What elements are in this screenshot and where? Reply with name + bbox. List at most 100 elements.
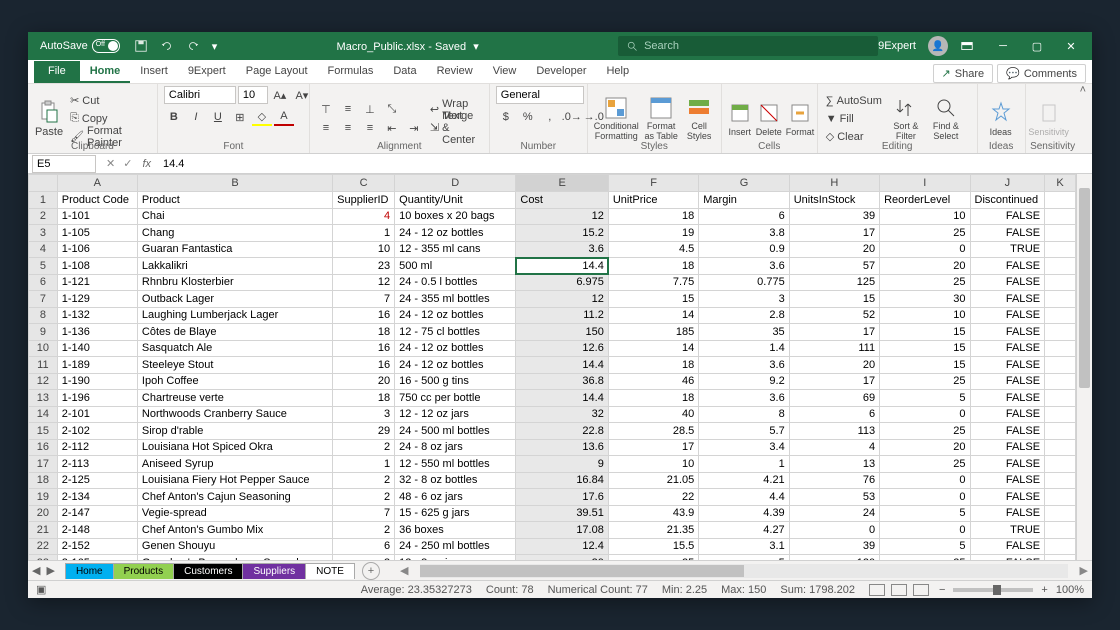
increase-decimal-button[interactable]: .0→: [562, 108, 582, 126]
cell[interactable]: 1-108: [57, 258, 137, 275]
ribbon-tab-insert[interactable]: Insert: [130, 61, 178, 83]
sheet-tab-suppliers[interactable]: Suppliers: [242, 563, 306, 579]
cell[interactable]: 6: [789, 406, 879, 423]
cell[interactable]: Lakkalikri: [137, 258, 332, 275]
row-header[interactable]: 1: [29, 192, 58, 209]
cell[interactable]: 2-102: [57, 423, 137, 440]
cell[interactable]: 15: [880, 324, 970, 341]
cell[interactable]: 1-106: [57, 241, 137, 258]
cell[interactable]: 69: [789, 390, 879, 407]
cell[interactable]: 15: [789, 291, 879, 308]
cell[interactable]: 1-190: [57, 373, 137, 390]
ribbon-tab-page-layout[interactable]: Page Layout: [236, 61, 318, 83]
cell[interactable]: 17: [789, 324, 879, 341]
sheet-tab-customers[interactable]: Customers: [173, 563, 243, 579]
cell[interactable]: 3: [699, 291, 789, 308]
cell[interactable]: Louisiana Hot Spiced Okra: [137, 439, 332, 456]
cell[interactable]: 10 boxes x 20 bags: [395, 208, 516, 225]
column-header-J[interactable]: J: [970, 175, 1045, 192]
ribbon-tab-home[interactable]: Home: [80, 61, 131, 83]
cell[interactable]: 2-125: [57, 472, 137, 489]
cell[interactable]: FALSE: [970, 208, 1045, 225]
percent-format-button[interactable]: %: [518, 108, 538, 126]
cell[interactable]: 6.975: [516, 274, 608, 291]
cell[interactable]: FALSE: [970, 456, 1045, 473]
cell[interactable]: 2-134: [57, 489, 137, 506]
cell[interactable]: 25: [880, 423, 970, 440]
cell[interactable]: 19: [608, 225, 698, 242]
header-cell[interactable]: SupplierID: [333, 192, 395, 209]
cell[interactable]: 43.9: [608, 505, 698, 522]
cell[interactable]: 3.6: [699, 258, 789, 275]
accounting-format-button[interactable]: $: [496, 108, 516, 126]
cell[interactable]: 4.4: [699, 489, 789, 506]
column-header-A[interactable]: A: [57, 175, 137, 192]
cell[interactable]: TRUE: [970, 522, 1045, 539]
formula-bar[interactable]: 14.4: [157, 158, 1092, 170]
view-page-layout-icon[interactable]: [891, 584, 907, 596]
row-header[interactable]: 7: [29, 291, 58, 308]
cell[interactable]: 36 boxes: [395, 522, 516, 539]
font-name-combo[interactable]: Calibri: [164, 86, 236, 104]
spreadsheet-grid[interactable]: ABCDEFGHIJK1Product CodeProductSupplierI…: [28, 174, 1076, 560]
cell[interactable]: 2: [333, 522, 395, 539]
cell[interactable]: 0.9: [699, 241, 789, 258]
cell[interactable]: 16: [333, 340, 395, 357]
row-header[interactable]: 11: [29, 357, 58, 374]
cell[interactable]: 25: [880, 373, 970, 390]
cell[interactable]: 30: [880, 291, 970, 308]
row-header[interactable]: 19: [29, 489, 58, 506]
cell[interactable]: Chef Anton's Gumbo Mix: [137, 522, 332, 539]
row-header[interactable]: 2: [29, 208, 58, 225]
cell[interactable]: 3: [333, 406, 395, 423]
zoom-out-icon[interactable]: −: [939, 584, 945, 596]
ribbon-tab-developer[interactable]: Developer: [526, 61, 596, 83]
cell[interactable]: FALSE: [970, 439, 1045, 456]
cell[interactable]: 25: [880, 274, 970, 291]
cell[interactable]: 14.4: [516, 390, 608, 407]
cell[interactable]: 18: [608, 357, 698, 374]
paste-button[interactable]: Paste: [34, 100, 64, 138]
zoom-in-icon[interactable]: +: [1041, 584, 1047, 596]
cell[interactable]: 4: [333, 208, 395, 225]
cell[interactable]: 0: [880, 406, 970, 423]
row-header[interactable]: 13: [29, 390, 58, 407]
cell[interactable]: FALSE: [970, 225, 1045, 242]
header-cell[interactable]: ReorderLevel: [880, 192, 970, 209]
cell[interactable]: 13.6: [516, 439, 608, 456]
cell[interactable]: Steeleye Stout: [137, 357, 332, 374]
cell[interactable]: 1: [699, 456, 789, 473]
ribbon-tab-help[interactable]: Help: [596, 61, 639, 83]
hscroll-left-icon[interactable]: ◀: [400, 564, 408, 577]
cell[interactable]: 16: [333, 357, 395, 374]
cell[interactable]: 125: [789, 274, 879, 291]
align-left-button[interactable]: ≡: [316, 119, 336, 137]
cell[interactable]: 18: [333, 390, 395, 407]
row-header[interactable]: 6: [29, 274, 58, 291]
row-header[interactable]: 17: [29, 456, 58, 473]
cell[interactable]: 39: [789, 208, 879, 225]
orientation-button[interactable]: ⤡: [382, 100, 402, 118]
italic-button[interactable]: I: [186, 108, 206, 126]
header-cell[interactable]: UnitPrice: [608, 192, 698, 209]
cell[interactable]: 22: [608, 489, 698, 506]
cell[interactable]: 1-136: [57, 324, 137, 341]
cell[interactable]: 9.2: [699, 373, 789, 390]
row-header[interactable]: 8: [29, 307, 58, 324]
cell[interactable]: 76: [789, 472, 879, 489]
cell[interactable]: 111: [789, 340, 879, 357]
cell[interactable]: 2.8: [699, 307, 789, 324]
column-header-E[interactable]: E: [516, 175, 608, 192]
cell[interactable]: 12.4: [516, 538, 608, 555]
toggle-switch[interactable]: Off: [92, 39, 120, 53]
redo-icon[interactable]: [186, 39, 200, 53]
ribbon-mode-icon[interactable]: [960, 39, 974, 53]
cell[interactable]: 1-101: [57, 208, 137, 225]
cell[interactable]: 7: [333, 505, 395, 522]
align-middle-button[interactable]: ≡: [338, 100, 358, 118]
cell[interactable]: 16 - 500 g tins: [395, 373, 516, 390]
cell[interactable]: Chai: [137, 208, 332, 225]
ribbon-tab-file[interactable]: File: [34, 61, 80, 83]
cell[interactable]: 10: [880, 307, 970, 324]
ribbon-tab-view[interactable]: View: [483, 61, 527, 83]
